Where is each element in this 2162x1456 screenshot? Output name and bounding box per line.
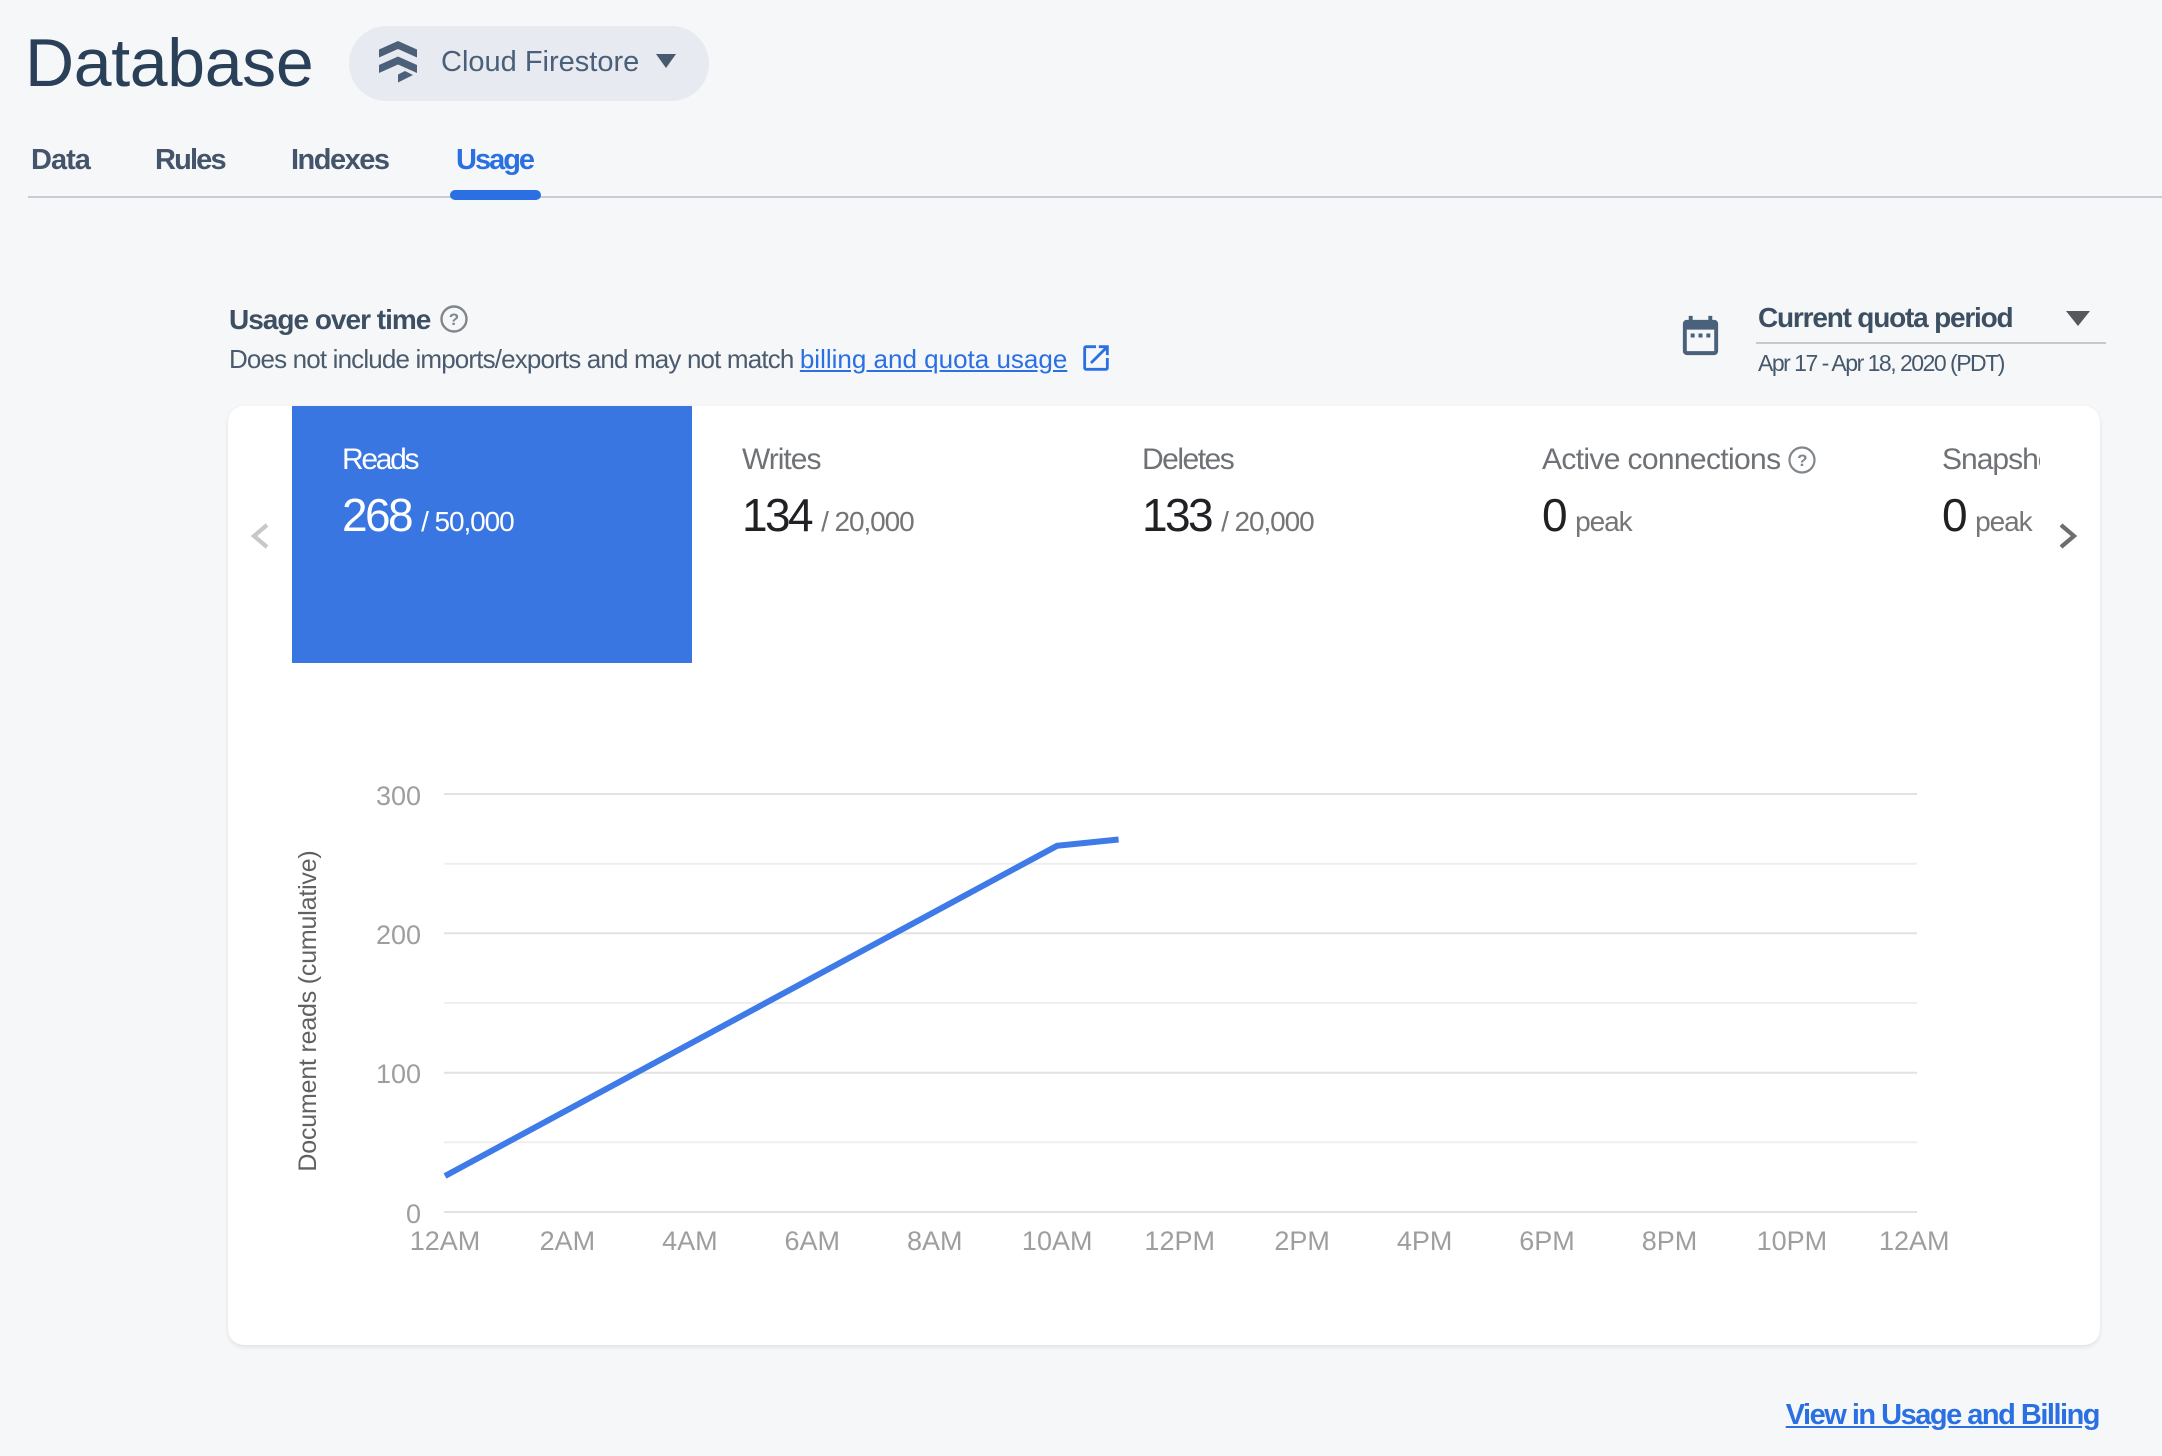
- svg-text:300: 300: [376, 781, 421, 811]
- svg-text:8PM: 8PM: [1642, 1226, 1698, 1256]
- svg-text:?: ?: [1797, 451, 1807, 470]
- svg-text:12PM: 12PM: [1144, 1226, 1215, 1256]
- svg-text:4AM: 4AM: [662, 1226, 718, 1256]
- svg-text:12AM: 12AM: [1879, 1226, 1950, 1256]
- svg-text:6AM: 6AM: [785, 1226, 841, 1256]
- svg-text:0: 0: [406, 1199, 421, 1229]
- svg-text:2AM: 2AM: [540, 1226, 596, 1256]
- svg-text:8AM: 8AM: [907, 1226, 963, 1256]
- svg-text:2PM: 2PM: [1274, 1226, 1330, 1256]
- svg-text:100: 100: [376, 1059, 421, 1089]
- svg-text:10AM: 10AM: [1022, 1226, 1093, 1256]
- svg-text:?: ?: [449, 310, 459, 329]
- svg-text:12AM: 12AM: [410, 1226, 481, 1256]
- svg-text:10PM: 10PM: [1757, 1226, 1828, 1256]
- svg-text:Document reads (cumulative): Document reads (cumulative): [294, 850, 322, 1171]
- svg-text:200: 200: [376, 920, 421, 950]
- svg-text:4PM: 4PM: [1397, 1226, 1453, 1256]
- svg-text:6PM: 6PM: [1519, 1226, 1575, 1256]
